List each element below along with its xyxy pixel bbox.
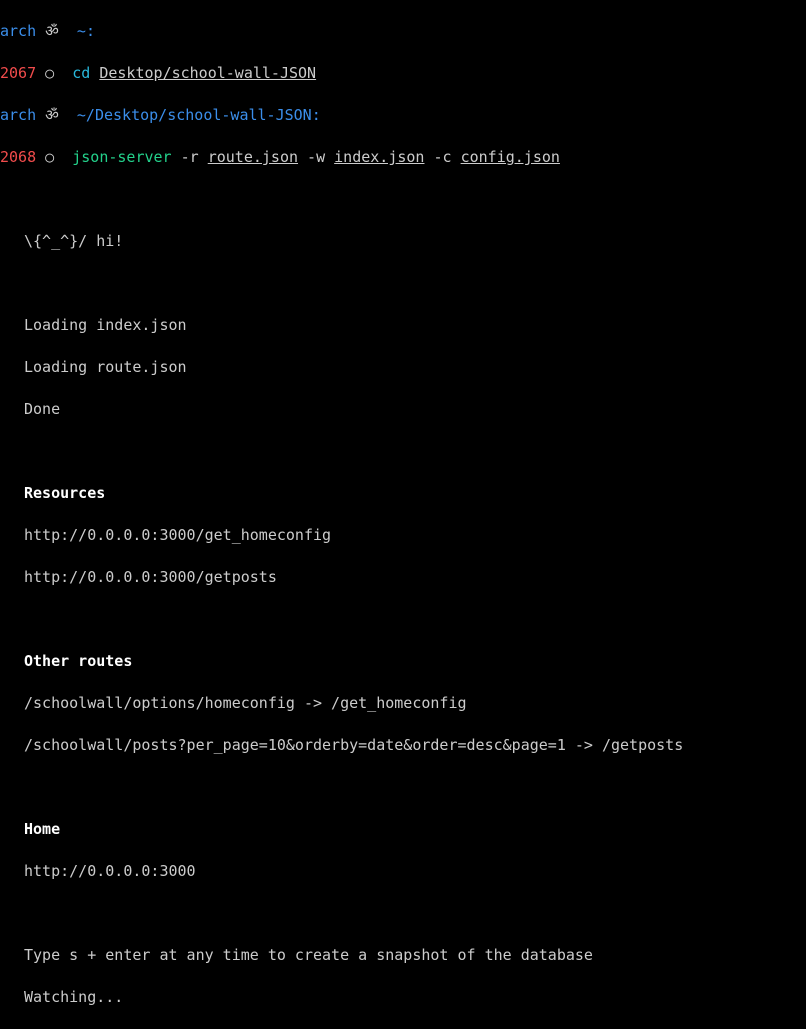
prompt-line-3: arch ॐ ~/Desktop/school-wall-JSON: [0, 105, 806, 126]
colon: : [86, 22, 95, 40]
config-file: config.json [461, 148, 560, 166]
history-number: 2067 [0, 64, 36, 82]
resource-url-1: http://0.0.0.0:3000/get_homeconfig [0, 525, 806, 546]
colon: : [312, 106, 321, 124]
other-route-2: /schoolwall/posts?per_page=10&orderby=da… [0, 735, 806, 756]
om-icon: ॐ [45, 22, 59, 40]
home-url: http://0.0.0.0:3000 [0, 861, 806, 882]
route-file: route.json [208, 148, 298, 166]
prompt-line-1: arch ॐ ~: [0, 21, 806, 42]
om-icon: ॐ [45, 106, 59, 124]
ring-icon: ○ [45, 64, 54, 82]
flag-r: -r [172, 148, 208, 166]
cwd: ~ [77, 22, 86, 40]
cd-command: cd [72, 64, 90, 82]
cwd: ~/Desktop/school-wall-JSON [77, 106, 312, 124]
watching: Watching... [0, 987, 806, 1008]
greeting: \{^_^}/ hi! [0, 231, 806, 252]
other-routes-header: Other routes [0, 651, 806, 672]
other-route-1: /schoolwall/options/homeconfig -> /get_h… [0, 693, 806, 714]
hostname: arch [0, 106, 36, 124]
flag-c: -c [424, 148, 460, 166]
snapshot-tip: Type s + enter at any time to create a s… [0, 945, 806, 966]
loading-index: Loading index.json [0, 315, 806, 336]
ring-icon: ○ [45, 148, 54, 166]
loading-route: Loading route.json [0, 357, 806, 378]
index-file: index.json [334, 148, 424, 166]
resource-url-2: http://0.0.0.0:3000/getposts [0, 567, 806, 588]
prompt-line-2: 2067 ○ cd Desktop/school-wall-JSON [0, 63, 806, 84]
history-number: 2068 [0, 148, 36, 166]
prompt-line-4: 2068 ○ json-server -r route.json -w inde… [0, 147, 806, 168]
done: Done [0, 399, 806, 420]
home-header: Home [0, 819, 806, 840]
resources-header: Resources [0, 483, 806, 504]
cd-arg: Desktop/school-wall-JSON [99, 64, 316, 82]
json-server-command: json-server [72, 148, 171, 166]
terminal[interactable]: arch ॐ ~: 2067 ○ cd Desktop/school-wall-… [0, 0, 806, 1029]
flag-w: -w [298, 148, 334, 166]
hostname: arch [0, 22, 36, 40]
